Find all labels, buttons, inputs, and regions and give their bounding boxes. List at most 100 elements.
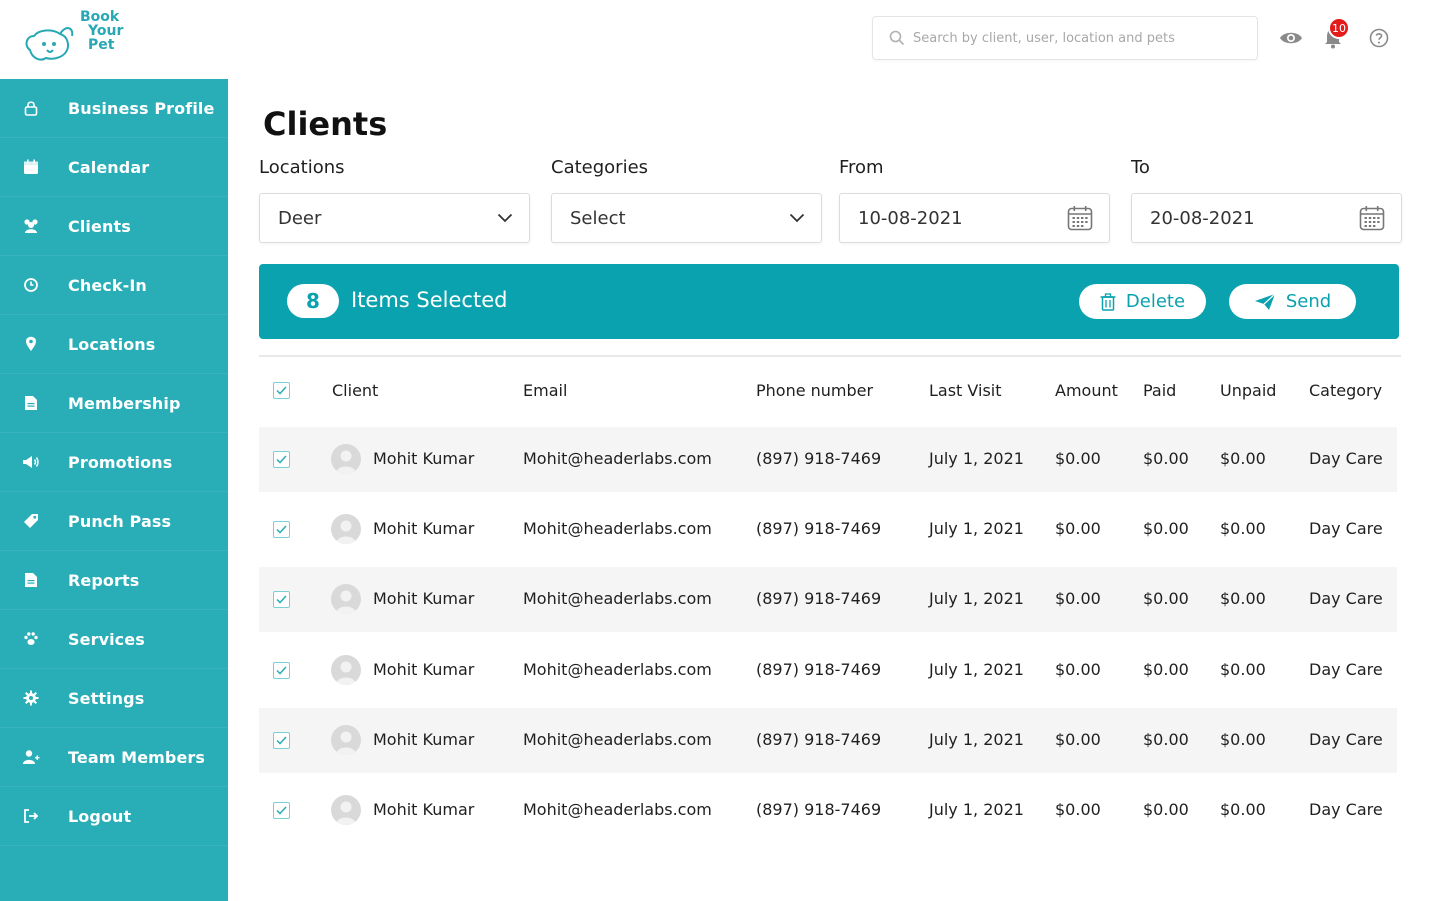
column-header-last-visit[interactable]: Last Visit [929, 381, 1002, 400]
calendar-icon[interactable] [1359, 205, 1385, 231]
send-icon [1254, 293, 1276, 310]
amount: $0.00 [1055, 800, 1101, 819]
column-header-amount[interactable]: Amount [1055, 381, 1118, 400]
column-header-paid[interactable]: Paid [1143, 381, 1176, 400]
sidebar-item-reports[interactable]: Reports [0, 551, 228, 610]
sidebar-item-label: Membership [68, 393, 181, 413]
help-button[interactable] [1366, 25, 1392, 51]
client-phone: (897) 918-7469 [756, 730, 882, 749]
unpaid: $0.00 [1220, 730, 1266, 749]
brand-name: Book Your Pet [80, 10, 123, 52]
avatar [331, 795, 361, 825]
sidebar-item-label: Promotions [68, 452, 173, 472]
row-checkbox[interactable] [273, 451, 290, 468]
row-checkbox[interactable] [273, 732, 290, 749]
last-visit: July 1, 2021 [929, 519, 1024, 538]
client-email: Mohit@headerlabs.com [523, 730, 712, 749]
row-checkbox[interactable] [273, 521, 290, 538]
tag-icon [22, 512, 40, 530]
paid: $0.00 [1143, 589, 1189, 608]
column-header-email[interactable]: Email [523, 381, 567, 400]
unpaid: $0.00 [1220, 589, 1266, 608]
sidebar-item-label: Punch Pass [68, 511, 172, 531]
top-header: Book Your Pet 10 [0, 0, 1440, 79]
notifications-button[interactable]: 10 [1320, 17, 1350, 51]
paid: $0.00 [1143, 449, 1189, 468]
sidebar-item-logout[interactable]: Logout [0, 787, 228, 846]
locations-dropdown[interactable]: Deer [259, 193, 530, 243]
from-date-input[interactable]: 10-08-2021 [839, 193, 1110, 243]
sidebar-item-label: Locations [68, 334, 156, 354]
selection-bar: 8 Items Selected Delete Send [259, 264, 1399, 339]
sidebar-item-locations[interactable]: Locations [0, 315, 228, 374]
check-icon [276, 386, 287, 395]
table-row[interactable]: Mohit Kumar Mohit@headerlabs.com (897) 9… [259, 567, 1397, 632]
amount: $0.00 [1055, 519, 1101, 538]
logout-icon [22, 807, 40, 825]
client-phone: (897) 918-7469 [756, 519, 882, 538]
sidebar-item-team-members[interactable]: Team Members [0, 728, 228, 787]
to-label: To [1131, 157, 1150, 178]
table-row[interactable]: Mohit Kumar Mohit@headerlabs.com (897) 9… [259, 427, 1397, 492]
calendar-icon[interactable] [1067, 205, 1093, 231]
select-all-checkbox[interactable] [273, 382, 290, 399]
column-header-phone[interactable]: Phone number [756, 381, 873, 400]
categories-value: Select [570, 207, 626, 229]
table-row[interactable]: Mohit Kumar Mohit@headerlabs.com (897) 9… [259, 638, 1397, 703]
sidebar-item-punch-pass[interactable]: Punch Pass [0, 492, 228, 551]
from-label: From [839, 157, 884, 178]
categories-dropdown[interactable]: Select [551, 193, 822, 243]
sidebar-item-check-in[interactable]: Check-In [0, 256, 228, 315]
avatar [331, 584, 361, 614]
search-input[interactable] [913, 30, 1243, 46]
calendar-icon [22, 158, 40, 176]
check-icon [276, 666, 287, 675]
delete-label: Delete [1125, 291, 1186, 312]
category: Day Care [1309, 660, 1383, 679]
sidebar-item-business-profile[interactable]: Business Profile [0, 79, 228, 138]
client-name: Mohit Kumar [373, 449, 475, 468]
main-content: Clients Locations Deer Categories Select… [228, 79, 1440, 901]
unpaid: $0.00 [1220, 800, 1266, 819]
locations-label: Locations [259, 157, 345, 178]
client-name: Mohit Kumar [373, 730, 475, 749]
send-button[interactable]: Send [1229, 284, 1356, 319]
clock-icon [22, 276, 40, 294]
categories-label: Categories [551, 157, 649, 178]
sidebar-item-services[interactable]: Services [0, 610, 228, 669]
row-checkbox[interactable] [273, 802, 290, 819]
brand-line-2: Your [88, 23, 124, 39]
sidebar-item-membership[interactable]: Membership [0, 374, 228, 433]
sidebar-item-label: Logout [68, 806, 132, 826]
column-header-unpaid[interactable]: Unpaid [1220, 381, 1276, 400]
row-checkbox[interactable] [273, 591, 290, 608]
sidebar-item-label: Business Profile [68, 98, 215, 118]
sidebar-item-label: Settings [68, 688, 145, 708]
client-email: Mohit@headerlabs.com [523, 519, 712, 538]
sidebar-item-label: Clients [68, 216, 131, 236]
table-row[interactable]: Mohit Kumar Mohit@headerlabs.com (897) 9… [259, 497, 1397, 562]
page-title: Clients [263, 105, 388, 143]
chevron-down-icon [497, 213, 513, 223]
logo[interactable]: Book Your Pet [22, 6, 142, 72]
column-header-category[interactable]: Category [1309, 381, 1382, 400]
to-date-value: 20-08-2021 [1150, 207, 1255, 229]
selected-items-text: Items Selected [351, 288, 508, 312]
sidebar-item-calendar[interactable]: Calendar [0, 138, 228, 197]
delete-button[interactable]: Delete [1079, 284, 1206, 319]
sidebar-item-clients[interactable]: Clients [0, 197, 228, 256]
sidebar-item-promotions[interactable]: Promotions [0, 433, 228, 492]
avatar [331, 444, 361, 474]
table-row[interactable]: Mohit Kumar Mohit@headerlabs.com (897) 9… [259, 778, 1397, 843]
megaphone-icon [22, 453, 40, 471]
visibility-button[interactable] [1278, 25, 1304, 51]
avatar [331, 655, 361, 685]
sidebar-item-settings[interactable]: Settings [0, 669, 228, 728]
sidebar-item-label: Check-In [68, 275, 147, 295]
amount: $0.00 [1055, 449, 1101, 468]
table-header: Client Email Phone number Last Visit Amo… [259, 363, 1399, 418]
to-date-input[interactable]: 20-08-2021 [1131, 193, 1402, 243]
row-checkbox[interactable] [273, 662, 290, 679]
column-header-client[interactable]: Client [332, 381, 378, 400]
table-row[interactable]: Mohit Kumar Mohit@headerlabs.com (897) 9… [259, 708, 1397, 773]
